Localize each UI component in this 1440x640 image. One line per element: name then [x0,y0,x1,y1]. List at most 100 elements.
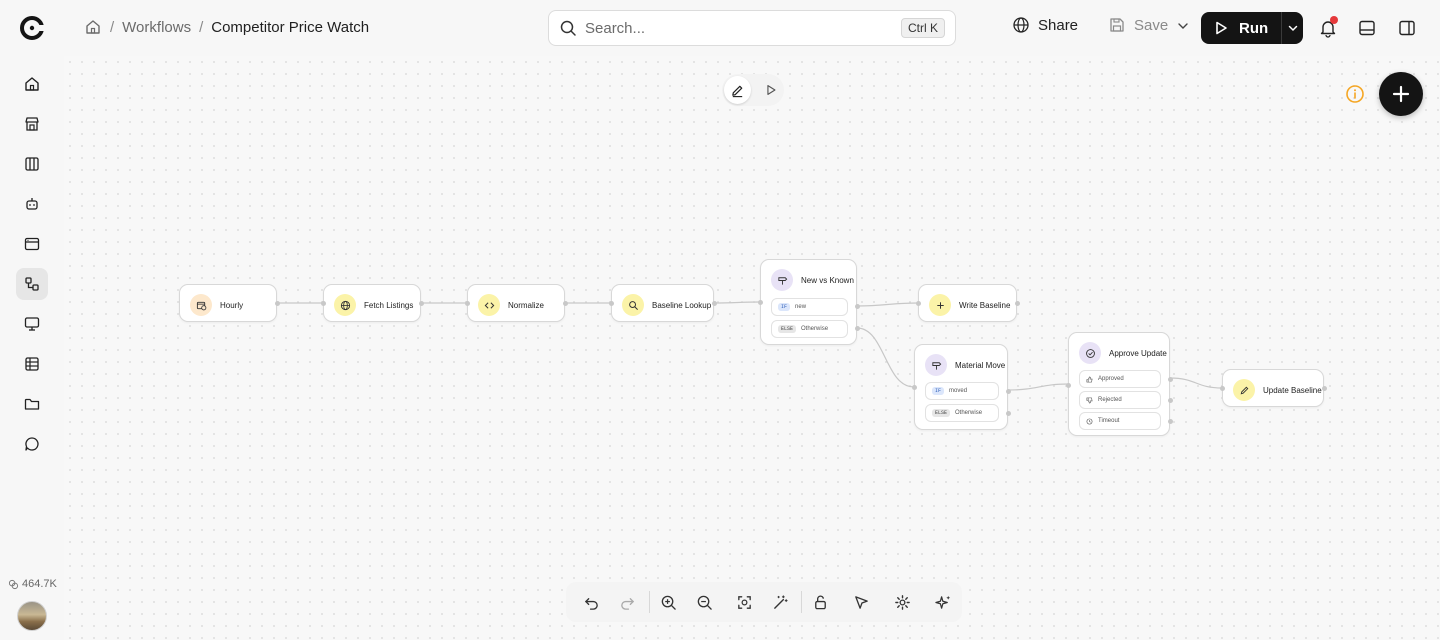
zoom-out-icon[interactable] [694,592,714,612]
breadcrumb-workflows[interactable]: Workflows [122,19,191,36]
share-button[interactable]: Share [1012,16,1078,34]
node-approve-update[interactable]: Approve Update Approved Rejected Timeout [1066,332,1173,436]
avatar[interactable] [17,601,47,631]
search-box[interactable]: Ctrl K [548,10,956,46]
output-port[interactable] [712,301,717,306]
canvas-toolbar [566,582,962,622]
info-icon[interactable] [1345,84,1365,104]
search-input[interactable] [585,19,901,37]
save-icon [1110,18,1124,32]
node-update-baseline[interactable]: Update Baseline [1220,369,1327,407]
zoom-in-icon[interactable] [658,592,678,612]
branch-label: Otherwise [801,326,829,332]
input-port[interactable] [609,301,614,306]
sidebar-item-folder[interactable] [16,388,48,420]
node-title: Update Baseline [1263,385,1322,395]
if-tag: IF [932,387,945,395]
output-port[interactable] [855,326,860,331]
search-icon [622,294,644,316]
share-label: Share [1038,16,1079,34]
node-material-move[interactable]: Material Move IF moved ELSE Otherwise [912,344,1011,430]
output-port[interactable] [275,301,280,306]
unlock-icon[interactable] [810,592,830,612]
app-logo-icon[interactable] [18,14,46,42]
branch-label: moved [949,388,968,394]
sidebar-item-table[interactable] [16,348,48,380]
settings-gear-icon[interactable] [892,592,912,612]
run-menu-chevron-icon[interactable] [1282,12,1303,44]
input-port[interactable] [321,301,326,306]
input-port[interactable] [465,301,470,306]
check-circle-icon [1079,342,1101,364]
branch-else[interactable]: ELSE Otherwise [925,404,999,422]
input-port[interactable] [1066,383,1071,388]
pencil-icon [732,85,743,97]
workflow-canvas[interactable] [64,56,1440,640]
branch-rejected[interactable]: Rejected [1079,391,1161,409]
add-node-button[interactable] [1379,72,1423,116]
input-port[interactable] [912,385,917,390]
output-port[interactable] [1322,386,1327,391]
folder-icon [24,398,40,410]
run-button[interactable]: Run [1201,12,1281,44]
magic-wand-icon[interactable] [770,592,790,612]
mode-toggle [722,74,784,106]
pointer-icon[interactable] [851,592,871,612]
node-write-baseline[interactable]: Write Baseline [916,284,1020,322]
input-port[interactable] [916,301,921,306]
sidebar-item-browser[interactable] [16,228,48,260]
sidebar-item-bot[interactable] [16,188,48,220]
node-title: Material Move [955,360,1006,370]
browser-icon [24,237,40,251]
sidebar [0,56,64,640]
node-baseline-lookup[interactable]: Baseline Lookup [609,284,717,322]
output-port[interactable] [1168,419,1173,424]
edit-mode-button[interactable] [724,76,751,104]
node-header: Approve Update [1079,342,1167,364]
panel-right-icon[interactable] [1397,18,1417,38]
output-port[interactable] [855,304,860,309]
output-port[interactable] [1006,411,1011,416]
run-mode-button[interactable] [757,76,784,104]
sparkles-icon[interactable] [933,592,953,612]
sidebar-item-store[interactable] [16,108,48,140]
input-port[interactable] [758,300,763,305]
branch-approved[interactable]: Approved [1079,370,1161,388]
undo-icon[interactable] [581,592,601,612]
node-title: Write Baseline [959,300,1011,310]
fit-view-icon[interactable] [734,592,754,612]
node-new-vs-known[interactable]: New vs Known IF new ELSE Otherwise [758,259,860,345]
sidebar-item-columns[interactable] [16,148,48,180]
branch-else[interactable]: ELSE Otherwise [771,320,848,338]
output-port[interactable] [563,301,568,306]
node-hourly[interactable]: Hourly [179,284,280,322]
save-button[interactable]: Save [1108,16,1168,34]
sidebar-item-workflows[interactable] [16,268,48,300]
breadcrumb: / Workflows / Competitor Price Watch [84,18,369,36]
redo-icon[interactable] [617,592,637,612]
output-port[interactable] [1168,398,1173,403]
branch-if-moved[interactable]: IF moved [925,382,999,400]
breadcrumb-current: Competitor Price Watch [211,18,370,36]
node-header: Update Baseline [1233,379,1322,401]
home-icon [25,77,39,91]
branch-if-new[interactable]: IF new [771,298,848,316]
input-port[interactable] [1220,386,1225,391]
sidebar-item-home[interactable] [16,68,48,100]
save-menu-chevron-icon[interactable] [1176,19,1190,33]
output-port[interactable] [1015,301,1020,306]
home-icon[interactable] [84,18,102,36]
output-port[interactable] [1168,377,1173,382]
node-fetch-listings[interactable]: Fetch Listings [321,284,424,322]
branch-timeout[interactable]: Timeout [1079,412,1161,430]
panel-bottom-icon[interactable] [1357,18,1377,38]
node-normalize[interactable]: Normalize [465,284,568,322]
if-tag: IF [778,303,791,311]
workflow-icon [25,277,39,291]
output-port[interactable] [1006,389,1011,394]
store-icon [25,117,39,131]
sidebar-item-chat[interactable] [16,428,48,460]
output-port[interactable] [419,301,424,306]
node-title: Approve Update [1109,348,1167,358]
sidebar-item-monitor[interactable] [16,308,48,340]
